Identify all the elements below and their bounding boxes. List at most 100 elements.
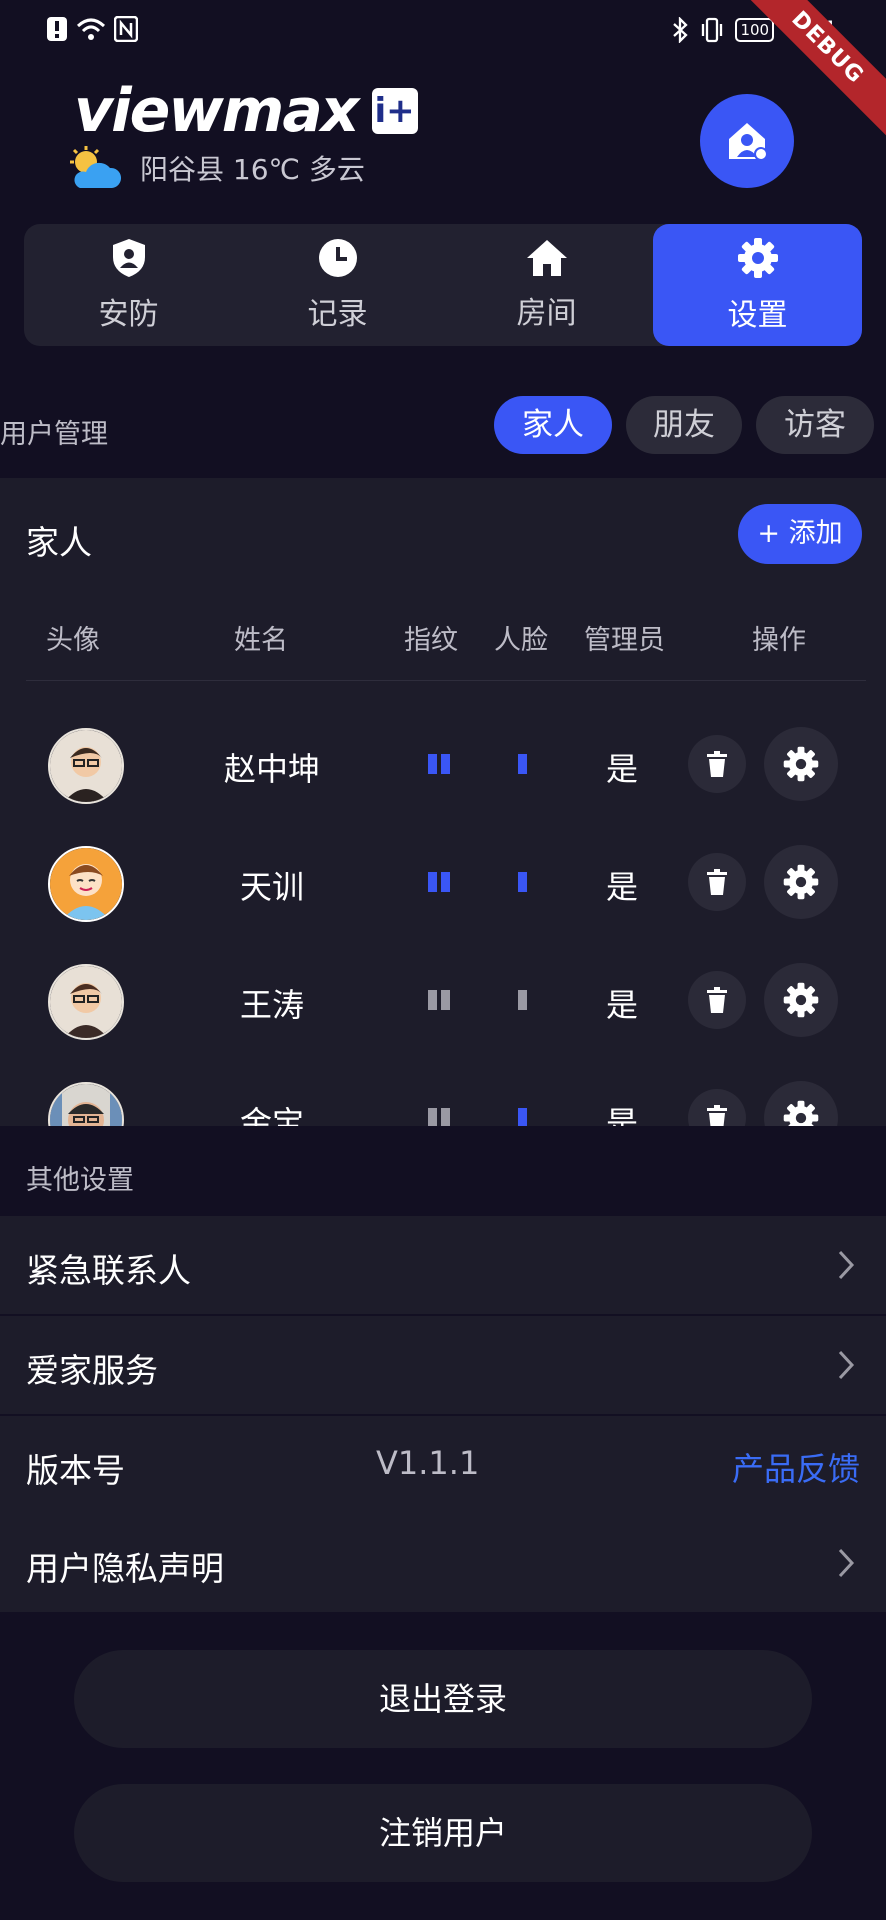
fingerprint-status: [428, 1108, 450, 1126]
filter-visitors[interactable]: 访客: [756, 396, 874, 454]
tab-settings[interactable]: 设置: [653, 224, 862, 346]
table-row: 赵中坤 是: [12, 704, 874, 822]
home-user-icon: [729, 123, 768, 161]
chevron-right-icon: [838, 1350, 855, 1380]
avatar: [48, 728, 124, 804]
member-name: 赵中坤: [223, 750, 320, 788]
column-fingerprint: 指纹: [404, 625, 458, 656]
admin-status: 是: [605, 1104, 638, 1126]
bluetooth-icon: [673, 17, 689, 43]
trash-icon: [707, 987, 727, 1013]
trash-icon: [707, 869, 727, 895]
fingerprint-status: [428, 990, 450, 1010]
clock-icon: [318, 239, 357, 277]
tab-security-label: 安防: [98, 297, 159, 332]
trash-icon: [707, 751, 727, 777]
delete-member-button[interactable]: [688, 971, 746, 1029]
tab-security[interactable]: 安防: [24, 224, 233, 346]
wifi-icon: [76, 18, 106, 40]
family-panel: 家人 + 添加 头像 姓名 指纹 人脸 管理员 操作 赵中坤 是 天训 是 王涛…: [0, 478, 886, 1126]
delete-member-button[interactable]: [688, 735, 746, 793]
header-divider: [26, 680, 866, 681]
member-settings-button[interactable]: [764, 963, 838, 1037]
user-management-title: 用户管理: [0, 419, 108, 450]
filter-family[interactable]: 家人: [494, 396, 612, 454]
member-name: 天训: [239, 868, 304, 906]
chevron-right-icon: [838, 1250, 855, 1280]
face-status: [518, 1108, 527, 1126]
gear-icon: [783, 982, 819, 1018]
home-service-item[interactable]: 爱家服务: [0, 1316, 886, 1414]
settings-item-label: 用户隐私声明: [26, 1549, 224, 1588]
nfc-icon: [114, 16, 138, 42]
main-tab-bar: 安防 记录 房间 设置: [24, 224, 862, 346]
delete-member-button[interactable]: [688, 853, 746, 911]
emergency-contacts-item[interactable]: 紧急联系人: [0, 1216, 886, 1314]
version-item: 版本号 V1.1.1 产品反馈: [0, 1416, 886, 1514]
column-actions: 操作: [752, 625, 806, 656]
family-panel-title: 家人: [26, 523, 92, 562]
avatar: [48, 964, 124, 1040]
member-name: 王涛: [239, 986, 304, 1024]
member-settings-button[interactable]: [764, 727, 838, 801]
fingerprint-status: [428, 754, 450, 774]
alert-icon: [47, 17, 67, 41]
brand-logo: viewmax i+: [74, 76, 418, 146]
weather-widget: 阳谷县 16℃ 多云: [66, 146, 365, 190]
admin-status: 是: [605, 750, 638, 788]
admin-status: 是: [605, 868, 638, 906]
tab-records[interactable]: 记录: [233, 224, 442, 346]
face-status: [518, 872, 527, 892]
tab-settings-label: 设置: [727, 298, 788, 333]
privacy-policy-item[interactable]: 用户隐私声明: [0, 1514, 886, 1612]
delete-member-button[interactable]: [688, 1089, 746, 1126]
chevron-right-icon: [838, 1548, 855, 1578]
gear-icon: [783, 864, 819, 900]
settings-item-label: 版本号: [26, 1451, 125, 1490]
gear-icon: [783, 746, 819, 782]
face-status: [518, 990, 527, 1010]
brand-name: viewmax: [74, 76, 360, 146]
fingerprint-status: [428, 872, 450, 892]
house-icon: [526, 240, 567, 276]
member-list: 赵中坤 是 天训 是 王涛 是 金宝 是: [12, 704, 874, 1126]
status-left-icons: [46, 16, 138, 42]
member-settings-button[interactable]: [764, 845, 838, 919]
logout-button[interactable]: 退出登录: [74, 1650, 812, 1748]
home-settings-button[interactable]: [700, 94, 794, 188]
avatar: [48, 846, 124, 922]
battery-indicator: 100: [735, 18, 775, 42]
member-name: 金宝: [239, 1104, 304, 1126]
member-settings-button[interactable]: [764, 1081, 838, 1126]
column-name: 姓名: [234, 625, 288, 656]
brand-badge: i+: [371, 88, 418, 134]
avatar: [48, 1082, 124, 1126]
tab-records-label: 记录: [307, 297, 368, 332]
column-admin: 管理员: [584, 625, 665, 656]
status-bar: 100 4:41: [0, 0, 886, 60]
weather-text: 阳谷县 16℃ 多云: [140, 153, 365, 186]
other-settings-title: 其他设置: [26, 1165, 134, 1196]
tab-rooms[interactable]: 房间: [442, 224, 651, 346]
version-number: V1.1.1: [376, 1444, 480, 1482]
product-feedback-link[interactable]: 产品反馈: [732, 1444, 860, 1490]
partly-cloudy-icon: [70, 146, 122, 188]
table-row: 王涛 是: [12, 940, 874, 1058]
vibrate-icon: [702, 17, 723, 43]
settings-item-label: 紧急联系人: [26, 1251, 191, 1290]
trash-icon: [707, 1105, 727, 1126]
add-member-button[interactable]: + 添加: [738, 504, 862, 564]
face-status: [518, 754, 527, 774]
column-avatar: 头像: [46, 625, 100, 656]
deregister-user-button[interactable]: 注销用户: [74, 1784, 812, 1882]
tab-rooms-label: 房间: [516, 296, 577, 331]
table-row: 金宝 是: [12, 1058, 874, 1126]
gear-icon: [737, 238, 778, 278]
filter-friends[interactable]: 朋友: [626, 396, 742, 454]
gear-icon: [783, 1100, 819, 1126]
admin-status: 是: [605, 986, 638, 1024]
table-row: 天训 是: [12, 822, 874, 940]
shield-user-icon: [112, 239, 145, 277]
column-face: 人脸: [494, 625, 548, 656]
settings-item-label: 爱家服务: [26, 1351, 158, 1390]
